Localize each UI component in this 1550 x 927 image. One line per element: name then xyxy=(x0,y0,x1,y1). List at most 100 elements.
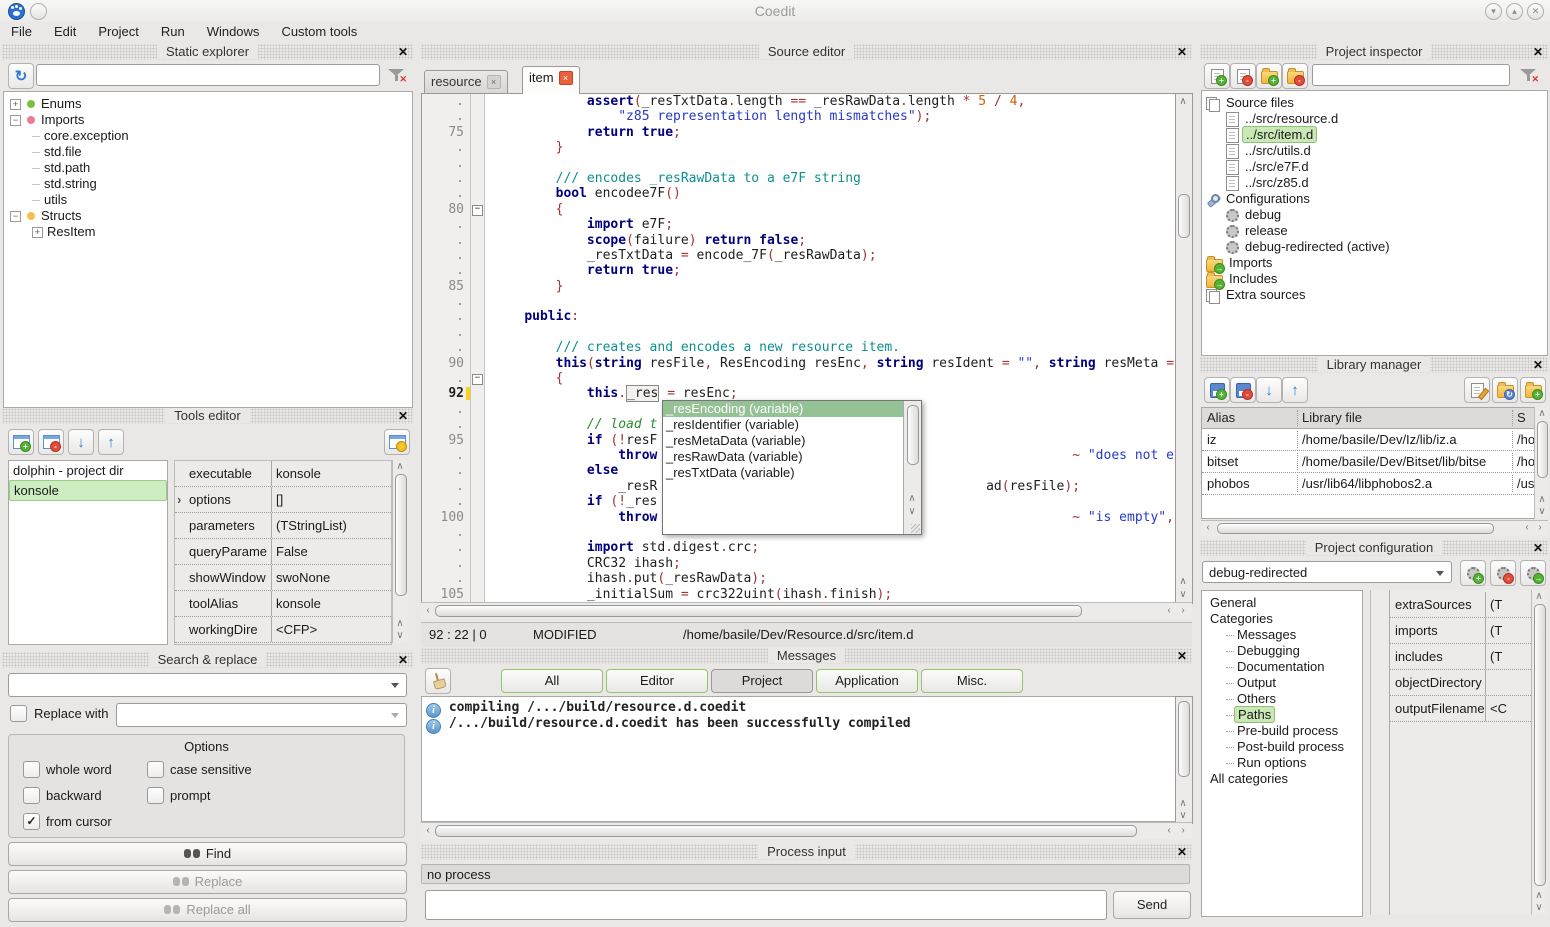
category-item[interactable]: Others xyxy=(1208,691,1362,707)
message-row[interactable]: i compiling /.../build/resource.d.coedit xyxy=(426,700,1175,716)
menu-item-custom-tools[interactable]: Custom tools xyxy=(270,22,368,42)
property-row[interactable]: queryParameFalse xyxy=(175,539,391,565)
property-row[interactable]: outputFilename<C xyxy=(1390,696,1531,722)
tool-move-up-button[interactable]: ↑ xyxy=(98,429,124,455)
code-line[interactable]: . "z85 representation length mismatches"… xyxy=(422,109,1175,124)
category-item[interactable]: Messages xyxy=(1208,627,1362,643)
code-line[interactable]: . public: xyxy=(422,309,1175,324)
category-item[interactable]: Paths xyxy=(1208,707,1362,723)
expand-icon[interactable]: + xyxy=(10,99,21,110)
code-line[interactable]: 105 _initialSum = crc322uint(ihash.finis… xyxy=(422,587,1175,602)
project-tree-item[interactable]: Source files xyxy=(1206,95,1547,111)
code-line[interactable]: . /// creates and encodes a new resource… xyxy=(422,340,1175,355)
code-line[interactable]: . CRC32 ihash; xyxy=(422,556,1175,571)
remove-source-button[interactable]: - xyxy=(1230,63,1256,89)
checkbox-backward[interactable] xyxy=(23,787,40,804)
static-explorer-tree[interactable]: +Enums−Importscore.exceptionstd.filestd.… xyxy=(3,91,413,408)
code-line[interactable]: . bool encodee7F() xyxy=(422,186,1175,201)
collapse-icon[interactable]: − xyxy=(10,211,21,222)
inspector-filter-input[interactable] xyxy=(1312,64,1510,86)
static-explorer-close-icon[interactable]: ✕ xyxy=(398,44,408,60)
project-tree-item[interactable]: Configurations xyxy=(1206,191,1547,207)
tab-item[interactable]: item× xyxy=(522,66,580,94)
property-value[interactable]: (T xyxy=(1490,618,1531,643)
category-item[interactable]: All categories xyxy=(1208,771,1362,787)
project-tree-item[interactable]: →Imports xyxy=(1206,255,1547,271)
filter-button-application[interactable]: Application xyxy=(816,669,918,693)
tree-item[interactable]: std.file xyxy=(10,144,412,160)
messages-hscrollbar[interactable]: ‹ ‹› xyxy=(421,822,1192,839)
code-line[interactable]: 90 this(string resFile, ResEncoding resE… xyxy=(422,356,1175,371)
fold-icon[interactable]: − xyxy=(472,205,483,216)
library-from-folder-button[interactable]: ↻ xyxy=(1492,377,1518,403)
table-row[interactable]: bitset/home/basile/Dev/Bitset/lib/bitse/… xyxy=(1202,451,1534,473)
checkbox-case-sensitive[interactable] xyxy=(147,761,164,778)
project-tree-item[interactable]: ../src/resource.d xyxy=(1206,111,1547,127)
project-tree-item[interactable]: →Includes xyxy=(1206,271,1547,287)
property-row[interactable]: extraSources(T xyxy=(1390,592,1531,618)
send-button[interactable]: Send xyxy=(1113,891,1191,919)
tree-item[interactable]: std.string xyxy=(10,176,412,192)
tools-editor-close-icon[interactable]: ✕ xyxy=(398,408,408,424)
library-remove-button[interactable]: - xyxy=(1230,377,1256,403)
replace-with-checkbox[interactable] xyxy=(10,705,27,722)
column-header[interactable]: Alias xyxy=(1202,408,1302,428)
resize-grip-icon[interactable] xyxy=(911,524,920,533)
project-configuration-close-icon[interactable]: ✕ xyxy=(1533,540,1543,556)
property-row[interactable]: parameters(TStringList) xyxy=(175,513,391,539)
filter-button-project[interactable]: Project xyxy=(711,669,813,693)
config-add-button[interactable]: + xyxy=(1460,560,1486,586)
table-row[interactable]: iz/home/basile/Dev/Iz/lib/iz.a/ho xyxy=(1202,429,1534,451)
library-move-down-button[interactable]: ↓ xyxy=(1256,377,1282,403)
tab-close-icon[interactable]: × xyxy=(487,75,501,89)
filter-button-misc[interactable]: Misc. xyxy=(921,669,1023,693)
property-row[interactable]: workingDire<CFP> xyxy=(175,617,391,643)
column-header[interactable]: Library file xyxy=(1297,408,1517,428)
config-activate-button[interactable]: → xyxy=(1520,560,1546,586)
search-replace-close-icon[interactable]: ✕ xyxy=(398,652,408,668)
completion-item[interactable]: _resEncoding (variable) xyxy=(663,401,904,417)
category-item[interactable]: Documentation xyxy=(1208,659,1362,675)
category-item[interactable]: Post-build process xyxy=(1208,739,1362,755)
code-line[interactable]: 85 } xyxy=(422,279,1175,294)
code-line[interactable]: . assert(_resTxtData.length == _resRawDa… xyxy=(422,94,1175,109)
fold-icon[interactable]: − xyxy=(472,374,483,385)
configuration-selector[interactable]: debug-redirected xyxy=(1202,561,1452,583)
config-properties-grid[interactable]: extraSources(Timports(Tincludes(TobjectD… xyxy=(1370,590,1531,915)
code-line[interactable]: . _resTxtData = encode_7F(_resRawData); xyxy=(422,248,1175,263)
library-move-up-button[interactable]: ↑ xyxy=(1282,377,1308,403)
tool-add-button[interactable]: + xyxy=(8,429,34,455)
code-line[interactable]: . ihash.put(_resRawData); xyxy=(422,571,1175,586)
message-row[interactable]: i /.../build/resource.d.coedit has been … xyxy=(426,716,1175,732)
menu-item-edit[interactable]: Edit xyxy=(43,22,87,42)
filter-button-editor[interactable]: Editor xyxy=(606,669,708,693)
replace-term-combobox[interactable] xyxy=(116,703,407,727)
property-value[interactable]: False xyxy=(276,539,389,564)
project-tree[interactable]: Source files../src/resource.d../src/item… xyxy=(1201,90,1548,356)
add-source-button[interactable]: + xyxy=(1204,63,1230,89)
library-add-button[interactable]: + xyxy=(1204,377,1230,403)
project-tree-item[interactable]: ../src/e7F.d xyxy=(1206,159,1547,175)
property-row[interactable]: imports(T xyxy=(1390,618,1531,644)
maximize-icon[interactable]: ▴ xyxy=(1506,3,1523,20)
messages-list[interactable]: i compiling /.../build/resource.d.coedit… xyxy=(421,696,1176,822)
clear-messages-button[interactable] xyxy=(425,668,451,694)
editor-hscrollbar[interactable]: ‹ ‹› xyxy=(421,602,1192,619)
tab-close-icon[interactable]: × xyxy=(559,71,573,85)
library-manager-close-icon[interactable]: ✕ xyxy=(1533,357,1543,373)
property-value[interactable]: (T xyxy=(1490,592,1531,617)
replace-all-button[interactable]: Replace all xyxy=(8,898,407,922)
close-icon[interactable]: ✕ xyxy=(1527,3,1544,20)
code-line[interactable]: . xyxy=(422,325,1175,340)
tree-item[interactable]: core.exception xyxy=(10,128,412,144)
source-editor-close-icon[interactable]: ✕ xyxy=(1177,44,1187,60)
find-button[interactable]: Find xyxy=(8,842,407,866)
search-term-combobox[interactable] xyxy=(8,673,407,697)
table-row[interactable]: phobos/usr/lib64/libphobos2.a/us xyxy=(1202,473,1534,495)
replace-button[interactable]: Replace xyxy=(8,870,407,894)
project-tree-item[interactable]: Extra sources xyxy=(1206,287,1547,303)
property-row[interactable]: objectDirectory xyxy=(1390,670,1531,696)
library-hscrollbar[interactable]: ‹ ‹› xyxy=(1201,520,1548,536)
checkbox-from-cursor[interactable]: ✓ xyxy=(23,813,40,830)
code-line[interactable]: . } xyxy=(422,140,1175,155)
